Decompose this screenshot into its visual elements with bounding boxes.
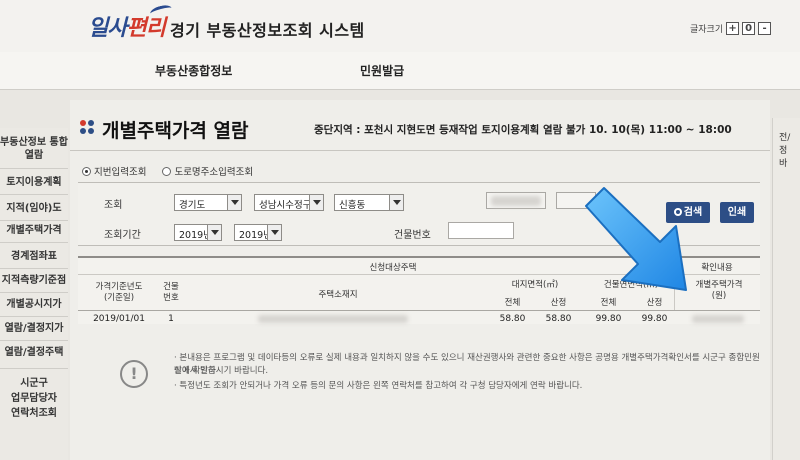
col-land-applied: 산정 <box>550 298 567 308</box>
cell-building-no: 1 <box>168 314 174 324</box>
col-land-total: 전체 <box>504 298 521 308</box>
font-reset-button[interactable]: 0 <box>742 22 756 35</box>
sidebar-divider <box>0 340 68 341</box>
system-title: 경기 부동산정보조회 시스템 <box>170 21 365 40</box>
sigungu-value: 성남시수정구 <box>259 200 312 211</box>
sigungu-select[interactable]: 성남시수정구 <box>254 194 324 211</box>
chevron-down-icon <box>227 195 241 210</box>
main-nav: 부동산종합정보 민원발급 <box>0 52 800 90</box>
cell-bldg-total: 99.80 <box>595 314 622 324</box>
sidebar-item-boundary-coord[interactable]: 경계점좌표 <box>0 250 68 263</box>
right-panel-text: 전/ 정 바 <box>779 133 791 169</box>
title-divider <box>70 150 770 151</box>
sidebar-item-cadastral-map[interactable]: 지적(임야)도 <box>0 202 68 215</box>
sidebar-item-land-price[interactable]: 개별공시지가 <box>0 298 68 311</box>
chevron-down-icon <box>309 195 323 210</box>
search-type-radio-group: 지번입력조회 도로명주소입력조회 <box>82 164 253 178</box>
building-number-label: 건물번호 <box>394 230 431 241</box>
sidebar-divider <box>0 316 68 317</box>
nav-item-real-estate-info[interactable]: 부동산종합정보 <box>155 62 232 79</box>
year-from-select[interactable]: 2019년 <box>174 224 222 241</box>
logo-part1: 일사 <box>88 16 127 41</box>
info-line-2: 받아 확인하시기 바랍니다. <box>174 366 269 376</box>
dong-value: 신흥동 <box>339 200 366 211</box>
sidebar-divider <box>0 292 68 293</box>
right-panel: 전/ 정 바 <box>772 118 800 460</box>
radio-lot-label: 지번입력조회 <box>94 167 147 178</box>
sido-select[interactable]: 경기도 <box>174 194 242 211</box>
group-header-target: 신청대상주택 <box>369 263 417 273</box>
nav-item-civil-issuance[interactable]: 민원발급 <box>360 62 404 79</box>
sidebar-item-decided-house-price[interactable]: 열람/결정주택 <box>0 346 68 359</box>
chevron-down-icon <box>389 195 403 210</box>
font-size-control: 글자크기 + 0 - <box>690 22 772 35</box>
sidebar-divider <box>0 220 68 221</box>
font-decrease-button[interactable]: - <box>758 22 772 35</box>
title-dots-icon <box>80 120 96 136</box>
radio-road-label: 도로명주소입력조회 <box>174 167 254 178</box>
lot-main-number-input[interactable] <box>486 192 546 209</box>
cell-land-total: 58.80 <box>499 314 526 324</box>
dong-select[interactable]: 신흥동 <box>334 194 404 211</box>
info-notice-box: ! · 본내용은 프로그램 및 데이타등의 오류로 실제 내용과 일치하지 않을… <box>78 342 760 414</box>
col-address: 주택소재지 <box>318 290 358 300</box>
radio-lot-number[interactable]: 지번입력조회 <box>82 164 146 178</box>
print-button[interactable]: 인쇄 <box>720 202 754 223</box>
table-grid-line <box>78 310 760 311</box>
blurred-value <box>491 196 541 206</box>
cell-address-blurred <box>258 315 408 323</box>
sidebar-divider <box>0 194 68 195</box>
radio-off-icon[interactable] <box>162 166 172 176</box>
dot <box>80 128 86 134</box>
cell-land-applied: 58.80 <box>545 314 572 324</box>
font-size-label: 글자크기 <box>690 25 724 35</box>
exclamation-icon: ! <box>120 360 148 388</box>
dot <box>88 120 94 126</box>
sidebar-item-survey-point[interactable]: 지적측량기준점 <box>0 274 68 287</box>
sidebar-item-house-price[interactable]: 개별주택가격 <box>0 224 68 237</box>
top-header: 일사편리 경기 부동산정보조회 시스템 글자크기 + 0 - <box>0 0 800 52</box>
logo-part2: 편리 <box>126 16 165 41</box>
building-number-input[interactable] <box>448 222 514 239</box>
sidebar-divider <box>0 268 68 269</box>
chevron-down-icon <box>207 225 221 240</box>
sido-value: 경기도 <box>179 200 206 211</box>
sidebar-contact-lookup[interactable]: 시군구 업무담당자 연락처조회 <box>0 376 68 421</box>
radio-road-address[interactable]: 도로명주소입력조회 <box>162 164 253 178</box>
col-land-area: 대지면적(㎡) <box>511 280 559 290</box>
radio-on-icon[interactable] <box>82 166 91 176</box>
cell-base-year: 2019/01/01 <box>93 314 145 324</box>
page-title: 개별주택가격 열람 <box>102 120 249 142</box>
col-bldg-total: 전체 <box>600 298 617 308</box>
cell-bldg-applied: 99.80 <box>641 314 668 324</box>
cell-house-price-blurred <box>692 315 744 323</box>
left-sidebar: 부동산정보 통합 열람 토지이용계획 지적(임야)도 개별주택가격 경계점좌표 … <box>0 128 68 460</box>
sidebar-divider <box>0 242 68 243</box>
sidebar-divider <box>0 168 68 169</box>
query-label: 조회 <box>104 200 123 211</box>
period-label: 조회기간 <box>104 230 141 241</box>
pointer-arrow-icon <box>585 187 687 291</box>
font-increase-button[interactable]: + <box>726 22 740 35</box>
dot <box>88 128 94 134</box>
dot <box>80 120 86 126</box>
chevron-down-icon <box>267 225 281 240</box>
col-building-no: 건물 번호 <box>163 282 179 303</box>
info-line-3: · 특정년도 조회가 안되거나 가격 오류 등의 문의 사항은 왼쪽 연락처를 … <box>174 381 583 391</box>
sidebar-item-decided-land-price[interactable]: 열람/결정지가 <box>0 322 68 335</box>
col-bldg-applied: 산정 <box>646 298 663 308</box>
col-base-year: 가격기준년도 (기준일) <box>95 282 143 303</box>
sidebar-item-integrated-view[interactable]: 부동산정보 통합 열람 <box>0 136 68 162</box>
service-notice: 중단지역 : 포천시 지현도면 등재작업 토지이용계획 열람 불가 10. 10… <box>314 124 732 136</box>
sidebar-divider <box>0 368 68 369</box>
sidebar-item-land-use[interactable]: 토지이용계획 <box>0 176 68 189</box>
year-to-select[interactable]: 2019년 <box>234 224 282 241</box>
